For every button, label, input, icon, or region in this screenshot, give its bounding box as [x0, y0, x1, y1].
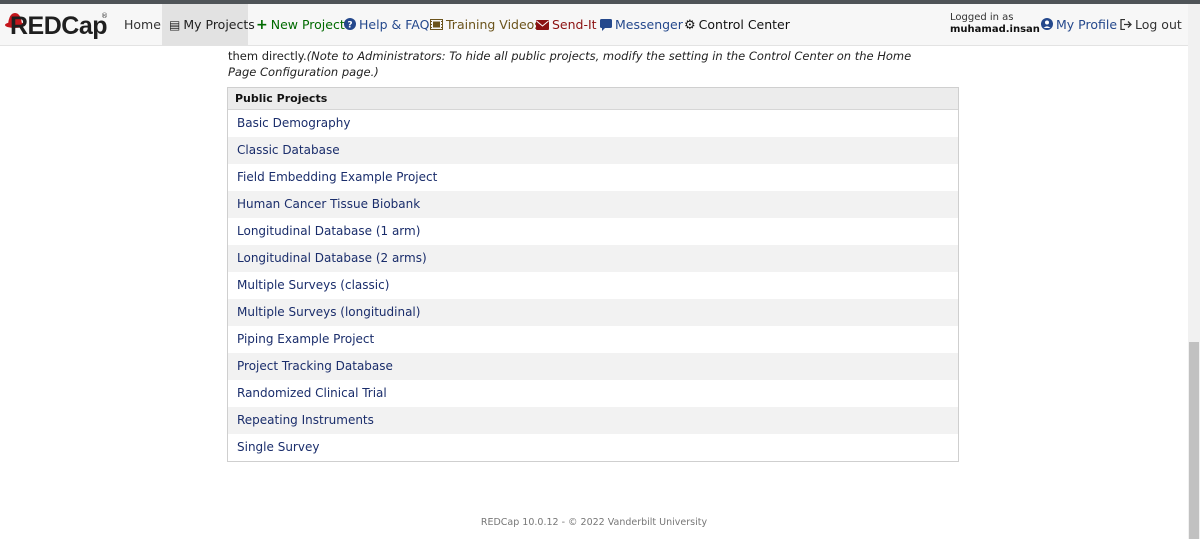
project-link[interactable]: Human Cancer Tissue Biobank	[228, 191, 958, 218]
nav-my-profile[interactable]: My Profile	[1041, 4, 1117, 46]
logo-text: REDCap	[10, 12, 108, 40]
public-projects-panel: Public Projects Basic Demography Classic…	[227, 87, 959, 462]
nav-control-center-label: Control Center	[698, 17, 790, 32]
film-icon	[430, 4, 443, 46]
nav-new-project[interactable]: + New Project	[256, 4, 345, 46]
nav-help-label: Help & FAQ	[359, 17, 430, 32]
project-link[interactable]: Basic Demography	[228, 110, 958, 137]
project-link[interactable]: Multiple Surveys (classic)	[228, 272, 958, 299]
nav-my-projects-label: My Projects	[183, 17, 255, 32]
public-projects-header: Public Projects	[228, 88, 958, 110]
envelope-icon	[536, 4, 549, 46]
list-icon: ▤	[169, 18, 181, 32]
nav-home[interactable]: Home	[124, 4, 161, 46]
nav-log-out-label: Log out	[1135, 17, 1182, 32]
logged-in-username: muhamad.insan	[950, 24, 1040, 35]
nav-log-out[interactable]: Log out	[1120, 4, 1182, 46]
nav-send-it-label: Send-It	[552, 17, 597, 32]
gear-icon: ⚙	[684, 18, 696, 33]
project-link[interactable]: Randomized Clinical Trial	[228, 380, 958, 407]
nav-control-center[interactable]: ⚙ Control Center	[684, 4, 790, 46]
footer-copyright: REDCap 10.0.12 - © 2022 Vanderbilt Unive…	[480, 517, 708, 528]
redcap-logo[interactable]: REDCap ®	[4, 10, 108, 42]
nav-training-label: Training Videos	[446, 17, 541, 32]
user-circle-icon	[1041, 4, 1053, 46]
notice-text: them directly.	[228, 49, 307, 63]
project-link[interactable]: Piping Example Project	[228, 326, 958, 353]
nav-training-videos[interactable]: Training Videos	[430, 4, 541, 46]
plus-icon: +	[256, 17, 268, 33]
project-link[interactable]: Repeating Instruments	[228, 407, 958, 434]
nav-new-project-label: New Project	[270, 17, 345, 32]
nav-my-profile-label: My Profile	[1056, 17, 1118, 32]
sign-out-icon	[1120, 4, 1132, 46]
nav-messenger[interactable]: Messenger	[600, 4, 683, 46]
project-link[interactable]: Classic Database	[228, 137, 958, 164]
nav-messenger-label: Messenger	[615, 17, 683, 32]
project-link[interactable]: Single Survey	[228, 434, 958, 461]
scrollbar-thumb[interactable]	[1189, 342, 1199, 539]
question-circle-icon: ?	[344, 4, 356, 46]
nav-send-it[interactable]: Send-It	[536, 4, 597, 46]
nav-help-faq[interactable]: ? Help & FAQ	[344, 4, 429, 46]
project-link[interactable]: Longitudinal Database (2 arms)	[228, 245, 958, 272]
project-link[interactable]: Multiple Surveys (longitudinal)	[228, 299, 958, 326]
project-link[interactable]: Field Embedding Example Project	[228, 164, 958, 191]
registered-mark: ®	[101, 12, 108, 20]
public-projects-notice: them directly.(Note to Administrators: T…	[228, 48, 918, 80]
project-link[interactable]: Project Tracking Database	[228, 353, 958, 380]
chat-bubble-icon	[600, 4, 612, 46]
svg-text:?: ?	[347, 21, 352, 31]
top-navbar: REDCap ® Home ▤ My Projects + New Project …	[0, 4, 1188, 46]
project-link[interactable]: Longitudinal Database (1 arm)	[228, 218, 958, 245]
logged-in-label: Logged in as	[950, 12, 1014, 23]
nav-home-label: Home	[124, 17, 161, 32]
nav-my-projects[interactable]: ▤ My Projects	[162, 4, 255, 46]
admin-note: (Note to Administrators: To hide all pub…	[228, 49, 912, 79]
